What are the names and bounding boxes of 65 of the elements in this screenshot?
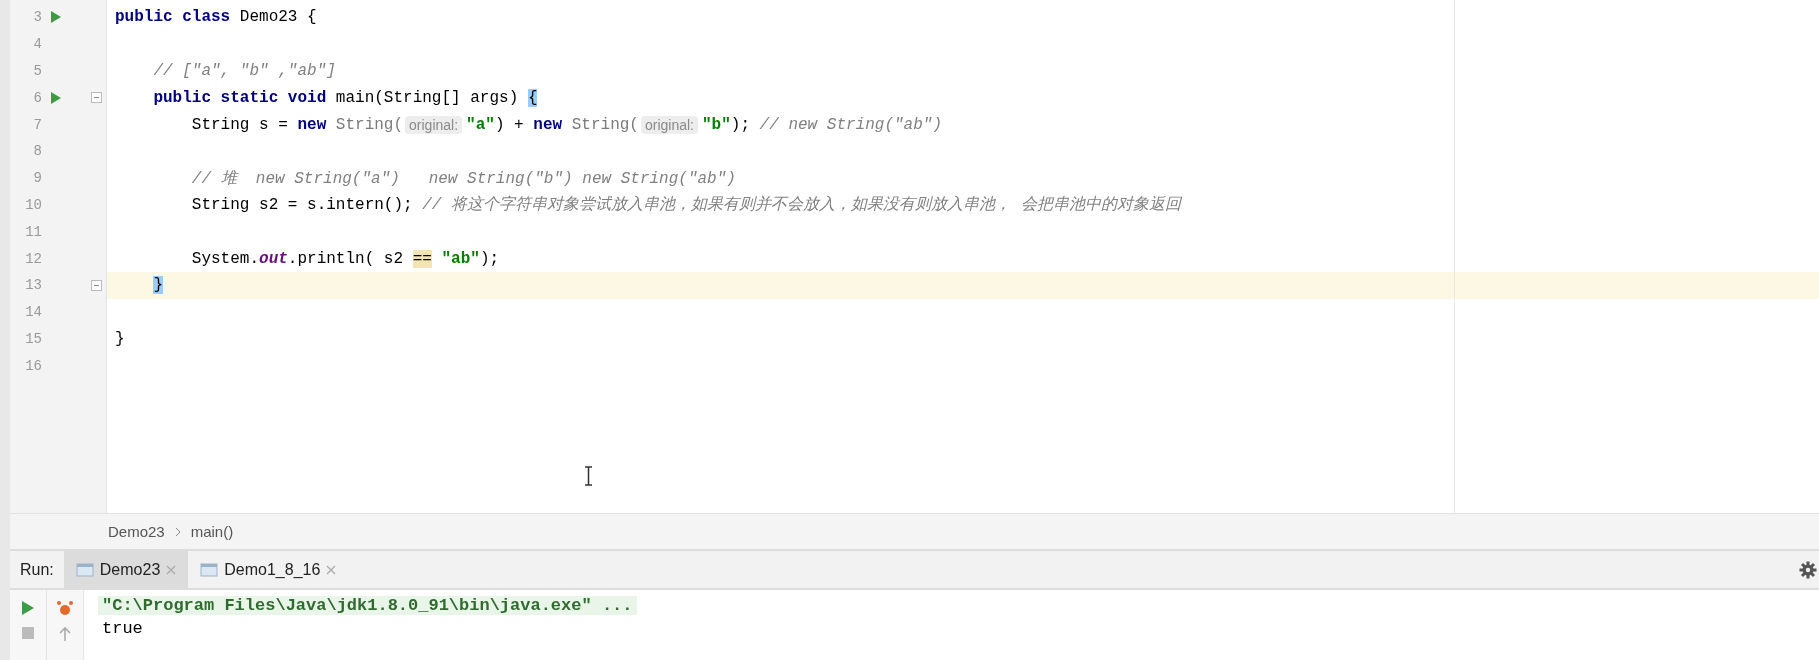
stop-icon[interactable] — [21, 626, 35, 640]
chevron-icon — [174, 526, 181, 537]
code-comment: // ["a", "b" ,"ab"] — [153, 62, 336, 80]
code-comment: // 堆 new String("a") new String("b") new String("ab") — [191, 168, 736, 189]
run-label: Run: — [19, 560, 55, 579]
line-number: 9 — [33, 170, 43, 187]
code-text: String s2 = s.intern(); — [191, 195, 414, 214]
window-icon — [75, 561, 94, 578]
code-text: String s = — [191, 115, 289, 134]
settings-icon[interactable] — [1799, 560, 1817, 579]
line-number: 3 — [33, 9, 43, 26]
line-number: 12 — [25, 250, 43, 267]
line-number: 14 — [25, 304, 43, 321]
code-text: String( — [335, 115, 404, 134]
code-text: ); — [479, 249, 500, 268]
line-number: 10 — [25, 196, 43, 213]
console-output: true — [101, 619, 144, 638]
breadcrumb-item[interactable]: main() — [190, 523, 234, 540]
code-comment: // new String("ab") — [759, 115, 943, 134]
code-keyword: public static void — [153, 88, 328, 107]
highlighted-operator: == — [412, 249, 432, 268]
code-text: } — [115, 329, 125, 348]
parameter-hint: original: — [640, 115, 698, 134]
run-tab[interactable]: Demo23 — [63, 551, 189, 588]
string-literal: "ab" — [441, 249, 480, 268]
text-cursor-icon — [584, 466, 593, 486]
run-tab[interactable]: Demo1_8_16 — [188, 551, 349, 588]
code-keyword: new — [533, 115, 564, 134]
string-literal: "a" — [466, 115, 495, 134]
line-number: 13 — [25, 277, 43, 294]
code-keyword: new — [297, 115, 328, 134]
code-text: ); — [730, 115, 751, 134]
line-number: 15 — [25, 330, 43, 347]
fold-icon[interactable] — [91, 279, 102, 291]
close-icon[interactable] — [166, 564, 177, 575]
parameter-hint: original: — [405, 115, 463, 134]
close-icon[interactable] — [326, 564, 337, 575]
fold-icon[interactable] — [91, 92, 102, 104]
code-text: .println( s2 — [287, 249, 405, 268]
code-text: System. — [191, 249, 260, 268]
run-icon[interactable] — [50, 10, 62, 25]
line-number: 6 — [33, 89, 43, 106]
run-icon[interactable] — [50, 90, 62, 105]
code-text: ) + — [494, 115, 525, 134]
window-icon — [200, 561, 219, 578]
string-literal: "b" — [701, 115, 731, 134]
breadcrumb-item[interactable]: Demo23 — [108, 523, 165, 540]
code-text: Demo23 { — [239, 8, 317, 27]
bug-icon[interactable] — [56, 600, 74, 616]
console-command: "C:\Program Files\Java\jdk1.8.0_91\bin\java.exe" ... — [98, 596, 637, 615]
code-text: String( — [571, 115, 639, 134]
up-arrow-icon[interactable] — [58, 626, 72, 642]
code-keyword: public class — [115, 8, 232, 27]
line-number: 5 — [33, 63, 43, 79]
matched-brace: { — [527, 88, 538, 107]
line-number: 4 — [33, 36, 43, 53]
code-text: main(String[] args) — [335, 88, 520, 107]
line-number: 11 — [25, 223, 43, 240]
line-number: 16 — [25, 357, 43, 374]
line-number: 7 — [33, 116, 43, 133]
matched-brace: } — [153, 276, 163, 295]
line-number: 8 — [33, 143, 43, 160]
code-field: out — [259, 249, 288, 268]
run-icon[interactable] — [21, 600, 35, 616]
code-comment: // 将这个字符串对象尝试放入串池，如果有则并不会放入，如果没有则放入串池， 会把串池中的对象返回 — [422, 194, 1181, 216]
